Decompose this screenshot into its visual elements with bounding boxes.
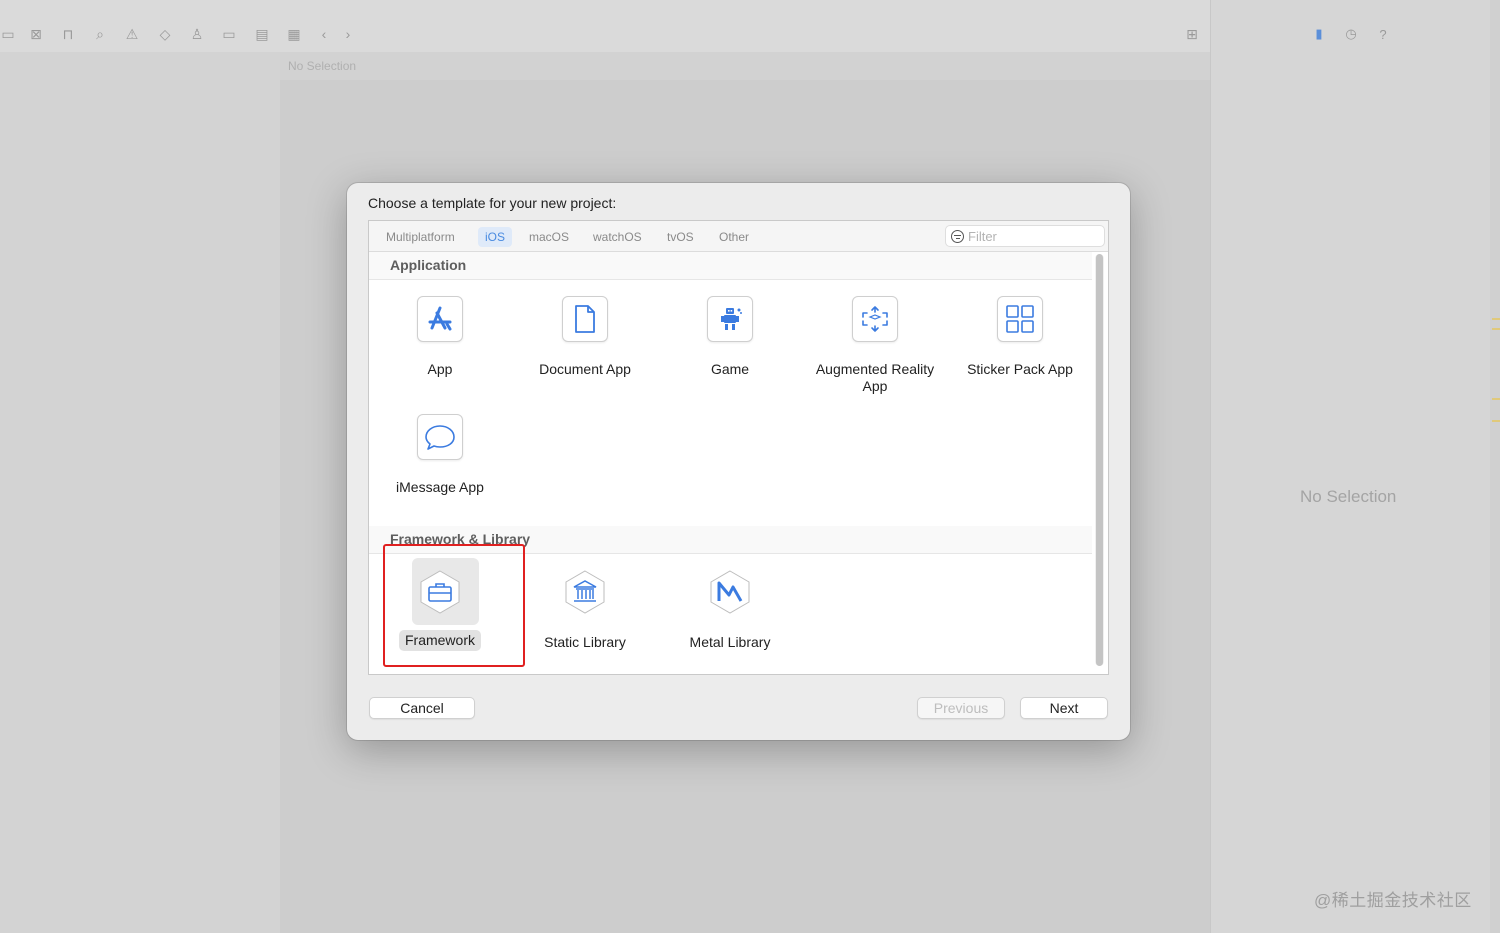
template-game[interactable]: Game xyxy=(665,296,795,378)
debug-icon[interactable]: ♙ xyxy=(189,26,205,42)
section-header-application: Application xyxy=(369,252,1092,280)
library-building-icon xyxy=(562,569,608,615)
game-robot-icon xyxy=(707,296,753,342)
scrollbar-thumb[interactable] xyxy=(1096,254,1103,666)
back-chevron-icon[interactable]: ‹ xyxy=(316,26,332,42)
warning-icon[interactable]: ⚠ xyxy=(124,26,140,42)
template-label: Document App xyxy=(539,361,631,377)
source-control-icon[interactable]: ⊠ xyxy=(28,26,44,42)
history-icon[interactable]: ◷ xyxy=(1343,26,1359,42)
ar-cube-icon xyxy=(852,296,898,342)
report-icon[interactable]: ▤ xyxy=(254,26,270,42)
jump-bar-title: No Selection xyxy=(288,59,357,73)
template-sticker-pack-app[interactable]: Sticker Pack App xyxy=(955,296,1085,378)
template-static-library[interactable]: Static Library xyxy=(520,569,650,651)
minimap-edge xyxy=(1490,0,1500,933)
watermark: @稀土掘金技术社区 xyxy=(1314,891,1472,910)
test-icon[interactable]: ◇ xyxy=(157,26,173,42)
hierarchy-icon[interactable]: ⊓ xyxy=(60,26,76,42)
filter-field[interactable] xyxy=(945,225,1105,247)
template-label: iMessage App xyxy=(396,479,484,495)
template-label: App xyxy=(427,361,453,377)
tab-ios[interactable]: iOS xyxy=(478,227,513,247)
previous-button[interactable]: Previous xyxy=(917,697,1005,719)
help-icon[interactable]: ? xyxy=(1375,26,1391,42)
tab-multiplatform[interactable]: Multiplatform xyxy=(379,227,462,247)
template-app[interactable]: App xyxy=(375,296,505,378)
next-button[interactable]: Next xyxy=(1020,697,1108,719)
tab-macos[interactable]: macOS xyxy=(522,227,576,247)
dialog-title: Choose a template for your new project: xyxy=(368,195,617,211)
cancel-button[interactable]: Cancel xyxy=(369,697,475,719)
template-scrollbar[interactable] xyxy=(1095,254,1104,666)
breakpoint-icon[interactable]: ▭ xyxy=(221,26,237,42)
grid-view-icon[interactable]: ▦ xyxy=(286,26,302,42)
forward-chevron-icon[interactable]: › xyxy=(340,26,356,42)
app-store-icon xyxy=(417,296,463,342)
template-document-app[interactable]: Document App xyxy=(520,296,650,378)
template-label: Metal Library xyxy=(689,634,771,650)
folder-icon[interactable]: ▭ xyxy=(0,26,16,42)
file-inspector-icon[interactable]: ▮ xyxy=(1311,26,1327,42)
filter-input[interactable] xyxy=(968,228,1098,244)
template-augmented-reality-app[interactable]: Augmented Reality App xyxy=(810,296,940,395)
template-metal-library[interactable]: Metal Library xyxy=(665,569,795,651)
chat-bubble-icon xyxy=(417,414,463,460)
inspector-pane: ▮ ◷ ? xyxy=(1210,0,1490,933)
add-editor-icon[interactable]: ⊞ xyxy=(1184,26,1200,42)
navigator-pane xyxy=(0,52,280,933)
find-icon[interactable]: ⌕ xyxy=(92,26,108,42)
grid-icon xyxy=(997,296,1043,342)
section-title: Application xyxy=(390,257,467,273)
minimap-marker xyxy=(1492,328,1500,330)
tab-watchos[interactable]: watchOS xyxy=(586,227,649,247)
document-icon xyxy=(562,296,608,342)
filter-icon xyxy=(951,230,964,243)
template-label: Static Library xyxy=(544,634,626,650)
jump-bar: No Selection xyxy=(280,52,1210,80)
tab-other[interactable]: Other xyxy=(712,227,756,247)
highlight-box xyxy=(383,544,525,667)
template-label: Sticker Pack App xyxy=(967,361,1073,377)
inspector-no-selection: No Selection xyxy=(1300,487,1397,506)
template-label: Game xyxy=(710,361,750,377)
platform-tabbar: Multiplatform iOS macOS watchOS tvOS Oth… xyxy=(369,221,1108,252)
tab-tvos[interactable]: tvOS xyxy=(660,227,701,247)
minimap-marker xyxy=(1492,420,1500,422)
template-label: Augmented Reality App xyxy=(815,361,935,394)
minimap-marker xyxy=(1492,318,1500,320)
minimap-marker xyxy=(1492,398,1500,400)
metal-icon xyxy=(707,569,753,615)
template-imessage-app[interactable]: iMessage App xyxy=(375,414,505,496)
